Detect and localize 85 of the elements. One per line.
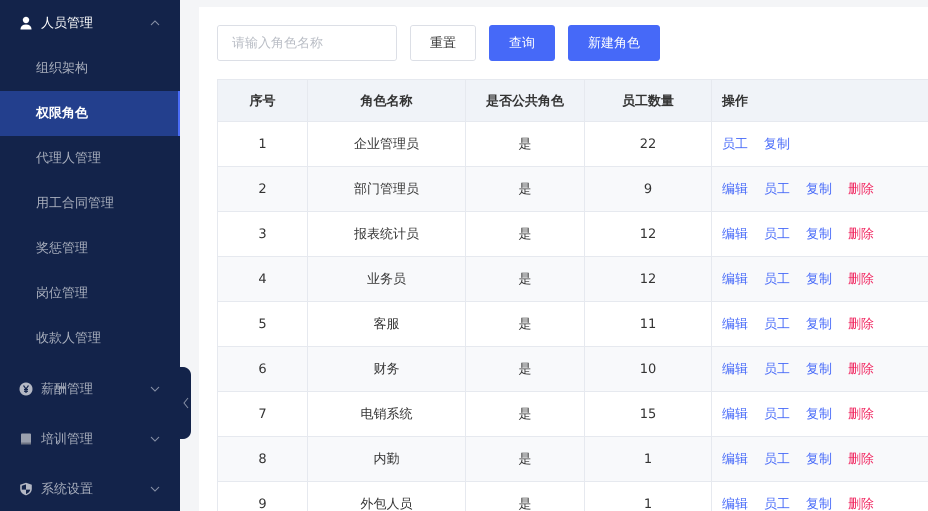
- action-link[interactable]: 复制: [806, 182, 832, 197]
- chevron-down-icon: [150, 436, 160, 442]
- action-link[interactable]: 员工: [764, 317, 790, 332]
- column-header: 操作: [712, 80, 928, 122]
- person-icon: [19, 16, 33, 30]
- primary-button[interactable]: 新建角色: [568, 25, 660, 61]
- delete-link[interactable]: 删除: [848, 452, 874, 467]
- delete-link[interactable]: 删除: [848, 362, 874, 377]
- table-cell: 是: [466, 436, 584, 482]
- chevron-up-icon: [150, 20, 160, 26]
- menu-item[interactable]: 权限角色: [0, 91, 180, 136]
- action-link[interactable]: 复制: [806, 227, 832, 242]
- table-cell: 财务: [308, 346, 466, 392]
- menu-item[interactable]: 用工合同管理: [0, 181, 180, 226]
- action-link[interactable]: 员工: [764, 407, 790, 422]
- column-header: 序号: [218, 80, 308, 122]
- table-cell: 部门管理员: [308, 166, 466, 212]
- delete-link[interactable]: 删除: [848, 182, 874, 197]
- menu-group[interactable]: 薪酬管理: [0, 364, 180, 414]
- action-link[interactable]: 复制: [806, 272, 832, 287]
- action-link[interactable]: 编辑: [722, 317, 748, 332]
- chevron-down-icon: [150, 486, 160, 492]
- yen-coin-icon: [19, 382, 33, 396]
- shield-icon: [19, 482, 33, 496]
- action-link[interactable]: 编辑: [722, 272, 748, 287]
- action-link[interactable]: 复制: [806, 317, 832, 332]
- menu-group-label: 系统设置: [41, 481, 94, 498]
- action-link[interactable]: 编辑: [722, 407, 748, 422]
- column-header: 员工数量: [584, 80, 712, 122]
- delete-link[interactable]: 删除: [848, 317, 874, 332]
- delete-link[interactable]: 删除: [848, 497, 874, 511]
- column-header: 是否公共角色: [466, 80, 584, 122]
- table-cell: 业务员: [308, 256, 466, 302]
- table-cell: 内勤: [308, 436, 466, 482]
- action-link[interactable]: 员工: [764, 362, 790, 377]
- delete-link[interactable]: 删除: [848, 407, 874, 422]
- action-link[interactable]: 编辑: [722, 182, 748, 197]
- action-link[interactable]: 编辑: [722, 227, 748, 242]
- table-cell: 6: [218, 346, 308, 392]
- chevron-down-icon: [150, 386, 160, 392]
- menu-item[interactable]: 岗位管理: [0, 271, 180, 316]
- chevron-left-icon: [182, 397, 188, 409]
- table-cell: 12: [584, 256, 712, 302]
- action-link[interactable]: 复制: [806, 362, 832, 377]
- table-cell: 2: [218, 166, 308, 212]
- action-link[interactable]: 复制: [806, 497, 832, 511]
- action-link[interactable]: 员工: [722, 137, 748, 152]
- delete-link[interactable]: 删除: [848, 227, 874, 242]
- table-cell: 是: [466, 346, 584, 392]
- table-cell: 是: [466, 166, 584, 212]
- reset-button[interactable]: 重置: [410, 25, 476, 61]
- action-link[interactable]: 员工: [764, 452, 790, 467]
- menu-item[interactable]: 奖惩管理: [0, 226, 180, 271]
- book-icon: [19, 432, 33, 446]
- table-cell: 8: [218, 436, 308, 482]
- action-link[interactable]: 编辑: [722, 452, 748, 467]
- action-link[interactable]: 复制: [806, 407, 832, 422]
- primary-button[interactable]: 查询: [489, 25, 555, 61]
- action-link[interactable]: 员工: [764, 182, 790, 197]
- table-cell: 9: [218, 482, 308, 511]
- action-link[interactable]: 编辑: [722, 362, 748, 377]
- column-header: 角色名称: [308, 80, 466, 122]
- action-link[interactable]: 员工: [764, 272, 790, 287]
- action-link[interactable]: 复制: [806, 452, 832, 467]
- table-cell: 9: [584, 166, 712, 212]
- menu-group-label: 人员管理: [41, 15, 94, 32]
- menu-group-label: 培训管理: [41, 431, 94, 448]
- action-link[interactable]: 员工: [764, 227, 790, 242]
- action-link[interactable]: 编辑: [722, 497, 748, 511]
- search-field[interactable]: 请输入角色名称: [217, 25, 397, 61]
- menu-item[interactable]: 组织架构: [0, 46, 180, 91]
- menu-item[interactable]: 收款人管理: [0, 316, 180, 361]
- delete-link[interactable]: 删除: [848, 272, 874, 287]
- collapse-handle[interactable]: [180, 367, 191, 439]
- menu-group-label: 薪酬管理: [41, 381, 94, 398]
- menu-group[interactable]: 系统设置: [0, 464, 180, 511]
- table-cell: 是: [466, 256, 584, 302]
- menu-group[interactable]: 培训管理: [0, 414, 180, 464]
- table-cell: 4: [218, 256, 308, 302]
- table-cell: 10: [584, 346, 712, 392]
- action-link[interactable]: 复制: [764, 137, 790, 152]
- table-cell: 1: [584, 436, 712, 482]
- menu-group[interactable]: 人员管理: [0, 0, 180, 46]
- action-link[interactable]: 员工: [764, 497, 790, 511]
- menu-item[interactable]: 代理人管理: [0, 136, 180, 181]
